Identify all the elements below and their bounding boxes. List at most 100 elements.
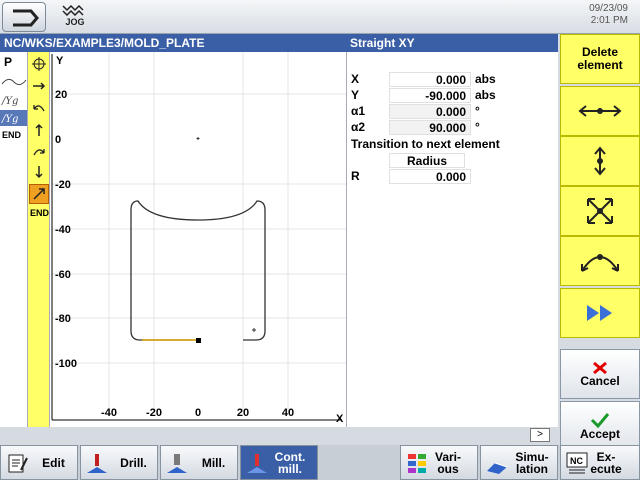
arrow-up-icon [35, 123, 43, 136]
top-bar: JOG 09/23/09 2:01 PM [0, 0, 640, 34]
contour-milling-label: Cont. mill. [274, 449, 306, 476]
alpha2-unit: ° [475, 120, 480, 134]
param-label: α2 [351, 120, 366, 134]
contour-mill-icon [244, 450, 270, 476]
cancel-button[interactable]: Cancel [560, 349, 640, 399]
x-tick-label: -40 [101, 407, 117, 419]
edit-button[interactable]: Edit [0, 445, 78, 480]
transition-type-select[interactable]: Radius [389, 153, 465, 168]
date-time: 09/23/09 2:01 PM [589, 3, 628, 27]
x-tick-label: 20 [237, 407, 249, 419]
status-strip [0, 427, 558, 445]
y-tick-label: -20 [55, 179, 71, 191]
x-tick-label: -20 [146, 407, 162, 419]
param-label: R [351, 169, 360, 183]
cancel-label: Cancel [580, 373, 620, 388]
milling-button[interactable]: Mill. [160, 445, 238, 480]
horizontal-arrows-button[interactable] [560, 86, 640, 136]
element-title: Straight XY [346, 34, 558, 52]
y-tick-label: -40 [55, 224, 71, 236]
all-directions-button[interactable] [560, 186, 640, 236]
radius-input[interactable]: 0.000 [389, 169, 471, 184]
next-element-button[interactable] [560, 288, 640, 338]
contour-end-label: END [2, 130, 22, 140]
various-button[interactable]: Vari- ous [400, 445, 478, 480]
y-tick-label: -60 [55, 269, 71, 281]
time-text: 2:01 PM [590, 15, 628, 26]
arc-tangent-button[interactable] [560, 236, 640, 286]
vertical-dimension-icon [594, 146, 606, 176]
line-vertical-button[interactable] [29, 120, 49, 140]
jog-label: JOG [65, 17, 85, 27]
param-label: X [351, 72, 360, 86]
element-end-label: END [30, 208, 50, 218]
simulation-label: Simu- lation [515, 449, 549, 476]
contour-milling-button[interactable]: Cont. mill. [240, 445, 318, 480]
fast-forward-icon [587, 305, 612, 321]
jog-wave-icon [62, 4, 84, 17]
various-label: Vari- ous [434, 449, 461, 476]
back-button[interactable] [2, 2, 46, 32]
return-icon [13, 9, 39, 27]
line-diagonal-button[interactable] [29, 184, 49, 204]
x-axis-label: X [336, 413, 344, 425]
contour-list-panel: P /Yg /Yg END [0, 52, 28, 427]
alpha1-input[interactable]: 0.000 [389, 104, 471, 119]
y-tick-label: 20 [55, 89, 67, 101]
arc-button[interactable] [29, 98, 49, 118]
line-horizontal-button[interactable] [29, 76, 49, 96]
execute-label: Ex- ecute [590, 449, 622, 476]
crosshair-button[interactable] [29, 54, 49, 74]
svg-text:/Yg: /Yg [1, 96, 18, 107]
drilling-button[interactable]: Drill. [80, 445, 158, 480]
drilling-label: Drill. [120, 455, 147, 470]
jog-mode-indicator: JOG [60, 2, 90, 32]
svg-text:/Yg: /Yg [1, 114, 18, 125]
y-tick-label: 0 [55, 134, 61, 146]
contour-thumb-icon: /Yg [1, 114, 18, 125]
origin-cross-icon [196, 137, 200, 140]
param-label: α1 [351, 104, 366, 118]
element-parameters-form: X 0.000 abs Y -90.000 abs α1 0.000 ° α2 … [346, 52, 558, 427]
element-toolbar: END [28, 52, 50, 427]
x-unit-select[interactable]: abs [475, 72, 496, 86]
line-down-button[interactable] [29, 162, 49, 182]
arrow-diagonal-icon [33, 188, 45, 200]
edit-label: Edit [42, 455, 65, 470]
x-tick-label: 0 [195, 407, 201, 419]
vertical-arrows-button[interactable] [560, 136, 640, 186]
nc-execute-icon: NC [564, 450, 590, 476]
alpha2-input[interactable]: 90.000 [389, 120, 471, 135]
more-softkeys-button[interactable]: > [530, 428, 550, 442]
transition-label: Transition to next element [351, 137, 500, 151]
accept-button[interactable]: Accept [560, 401, 640, 451]
accept-label: Accept [579, 426, 620, 441]
delete-element-button[interactable]: Delete element [560, 34, 640, 84]
contour-item-1[interactable] [0, 74, 27, 90]
arrow-right-icon [33, 82, 46, 90]
program-label: P [4, 55, 13, 69]
arc-tangent-icon [581, 254, 619, 272]
y-unit-select[interactable]: abs [475, 88, 496, 102]
x-input[interactable]: 0.000 [389, 72, 471, 87]
contour-thumb-icon: /Yg [1, 96, 18, 107]
execute-button[interactable]: NC Ex- ecute [560, 445, 640, 480]
contour-item-2[interactable]: /Yg [0, 92, 27, 108]
cancel-x-icon [593, 361, 607, 374]
simulation-button[interactable]: Simu- lation [480, 445, 558, 480]
contour-item-3-selected[interactable]: /Yg [0, 110, 27, 126]
y-input[interactable]: -90.000 [389, 88, 471, 103]
expand-arrows-icon [587, 198, 613, 224]
arc-right-button[interactable] [29, 142, 49, 162]
date-text: 09/23/09 [589, 3, 628, 14]
y-tick-label: -100 [55, 358, 77, 370]
delete-element-label: Delete element [577, 45, 623, 72]
y-axis-label: Y [56, 55, 64, 67]
contour-plot: Y X 20 0 -20 -40 -60 -80 -100 -40 -20 0 20 40 [51, 52, 346, 425]
arc-right-icon [33, 149, 45, 156]
svg-text:NC: NC [570, 456, 583, 466]
horizontal-dimension-icon [578, 105, 622, 117]
contour-graphic: Y X 20 0 -20 -40 -60 -80 -100 -40 -20 0 20 40 [50, 52, 346, 427]
checkmark-icon [590, 412, 610, 428]
edit-icon [4, 450, 30, 476]
